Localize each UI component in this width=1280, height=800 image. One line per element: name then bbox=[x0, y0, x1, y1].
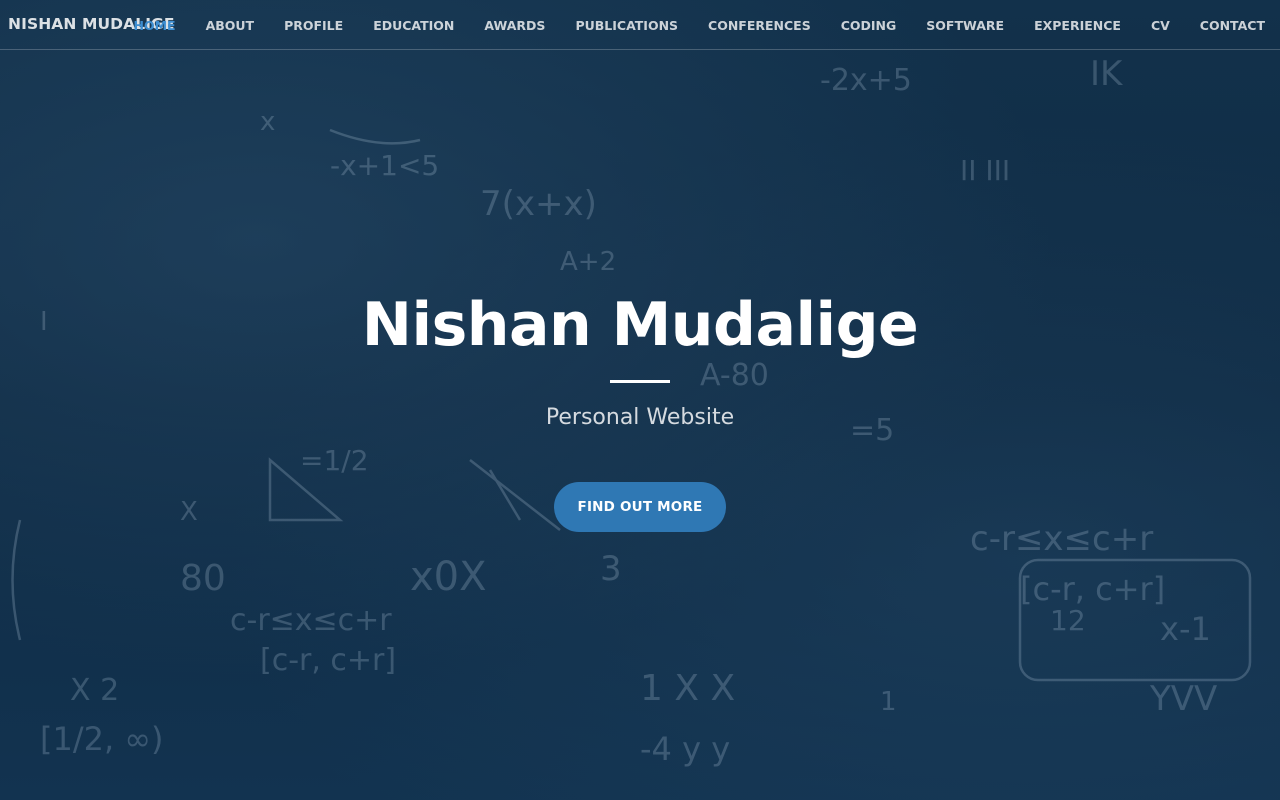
find-out-more-button[interactable]: FIND OUT MORE bbox=[554, 482, 726, 532]
nav-link-coding[interactable]: CODING bbox=[841, 18, 897, 33]
nav-link-contact[interactable]: CONTACT bbox=[1200, 18, 1265, 33]
svg-text:c-r≤x≤c+r: c-r≤x≤c+r bbox=[230, 603, 392, 638]
svg-text:A+2: A+2 bbox=[560, 247, 616, 277]
top-navbar: NISHAN MUDALIGE HOME ABOUT PROFILE EDUCA… bbox=[0, 0, 1280, 50]
hero-content: Nishan Mudalige Personal Website FIND OU… bbox=[0, 282, 1280, 532]
svg-text:7(x+x): 7(x+x) bbox=[480, 184, 597, 224]
svg-text:-x+1<5: -x+1<5 bbox=[330, 149, 439, 182]
svg-text:80: 80 bbox=[180, 558, 226, 599]
svg-text:[c-r, c+r]: [c-r, c+r] bbox=[1020, 570, 1165, 608]
svg-text:3: 3 bbox=[600, 549, 622, 589]
nav-link-about[interactable]: ABOUT bbox=[206, 18, 255, 33]
svg-text:[c-r, c+r]: [c-r, c+r] bbox=[260, 643, 396, 678]
svg-text:[1/2, ∞): [1/2, ∞) bbox=[40, 720, 163, 758]
svg-text:x-1: x-1 bbox=[1160, 610, 1211, 648]
hero-subtitle: Personal Website bbox=[545, 405, 735, 430]
hero-title: Nishan Mudalige bbox=[361, 290, 919, 360]
svg-text:YVV: YVV bbox=[1149, 679, 1217, 719]
nav-link-home[interactable]: HOME bbox=[133, 18, 175, 33]
nav-link-profile[interactable]: PROFILE bbox=[284, 18, 343, 33]
svg-text:1: 1 bbox=[880, 687, 897, 717]
svg-text:12: 12 bbox=[1050, 604, 1086, 637]
svg-text:-4 y y: -4 y y bbox=[640, 730, 730, 768]
svg-text:x: x bbox=[260, 107, 275, 137]
nav-link-software[interactable]: SOFTWARE bbox=[926, 18, 1004, 33]
nav-link-cv[interactable]: CV bbox=[1151, 18, 1170, 33]
nav-link-conferences[interactable]: CONFERENCES bbox=[708, 18, 811, 33]
nav-link-publications[interactable]: PUBLICATIONS bbox=[575, 18, 678, 33]
nav-link-education[interactable]: EDUCATION bbox=[373, 18, 454, 33]
svg-text:x0X: x0X bbox=[410, 554, 487, 600]
nav-link-experience[interactable]: EXPERIENCE bbox=[1034, 18, 1121, 33]
svg-text:II III: II III bbox=[960, 154, 1010, 187]
title-divider bbox=[610, 380, 670, 383]
nav-link-awards[interactable]: AWARDS bbox=[484, 18, 545, 33]
svg-text:X 2: X 2 bbox=[70, 673, 119, 708]
svg-text:IK: IK bbox=[1090, 54, 1124, 94]
svg-text:-2x+5: -2x+5 bbox=[820, 63, 912, 98]
nav-menu: HOME ABOUT PROFILE EDUCATION AWARDS PUBL… bbox=[103, 0, 1265, 50]
svg-text:1 X X: 1 X X bbox=[640, 668, 735, 709]
